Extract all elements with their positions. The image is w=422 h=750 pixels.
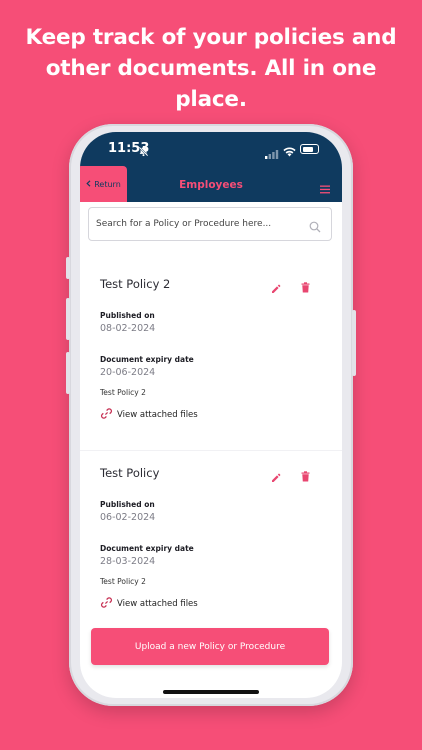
home-indicator (163, 690, 259, 694)
policy-description: Test Policy 2 (100, 388, 146, 397)
app-screen: 11:53 Return Employees Test Policy (80, 132, 342, 698)
upload-policy-button[interactable]: Upload a new Policy or Procedure (91, 628, 329, 665)
published-label: Published on (100, 500, 155, 509)
card-divider (80, 450, 342, 451)
headline-line-1: Keep track of your policies and (25, 25, 397, 50)
nav-bar: Return Employees (80, 166, 342, 202)
bell-muted-icon (138, 142, 149, 161)
expiry-label: Document expiry date (100, 544, 194, 553)
status-bar: 11:53 (80, 132, 342, 168)
menu-icon[interactable] (320, 179, 330, 198)
battery-icon (300, 144, 319, 154)
search-input[interactable] (96, 216, 301, 232)
policy-description: Test Policy 2 (100, 577, 146, 586)
view-files-link[interactable]: View attached files (100, 407, 198, 423)
search-icon[interactable] (309, 218, 321, 237)
link-icon (100, 596, 113, 612)
expiry-date: 20-06-2024 (100, 367, 156, 378)
phone-side-button-1 (66, 257, 70, 279)
signal-icon (265, 144, 279, 163)
published-date: 08-02-2024 (100, 323, 156, 334)
view-files-label: View attached files (117, 599, 198, 609)
view-files-link[interactable]: View attached files (100, 596, 198, 612)
policy-title: Test Policy 2 (100, 277, 171, 291)
return-label: Return (94, 179, 121, 189)
return-button[interactable]: Return (80, 166, 127, 202)
headline-line-2: other documents. All in one (45, 56, 377, 81)
phone-side-button-2 (66, 298, 70, 340)
search-box (88, 207, 332, 241)
expiry-date: 28-03-2024 (100, 556, 156, 567)
phone-side-button-3 (66, 352, 70, 394)
wifi-icon (283, 142, 296, 161)
headline-line-3: place. (175, 87, 247, 112)
delete-icon[interactable] (301, 467, 310, 486)
published-date: 06-02-2024 (100, 512, 156, 523)
expiry-label: Document expiry date (100, 355, 194, 364)
phone-power-button (352, 310, 356, 376)
published-label: Published on (100, 311, 155, 320)
policy-title: Test Policy (100, 466, 160, 480)
delete-icon[interactable] (301, 278, 310, 297)
edit-icon[interactable] (271, 279, 281, 298)
chevron-left-icon (86, 179, 91, 189)
marketing-headline: Keep track of your policies and other do… (0, 22, 422, 115)
edit-icon[interactable] (271, 468, 281, 487)
link-icon (100, 407, 113, 423)
view-files-label: View attached files (117, 410, 198, 420)
